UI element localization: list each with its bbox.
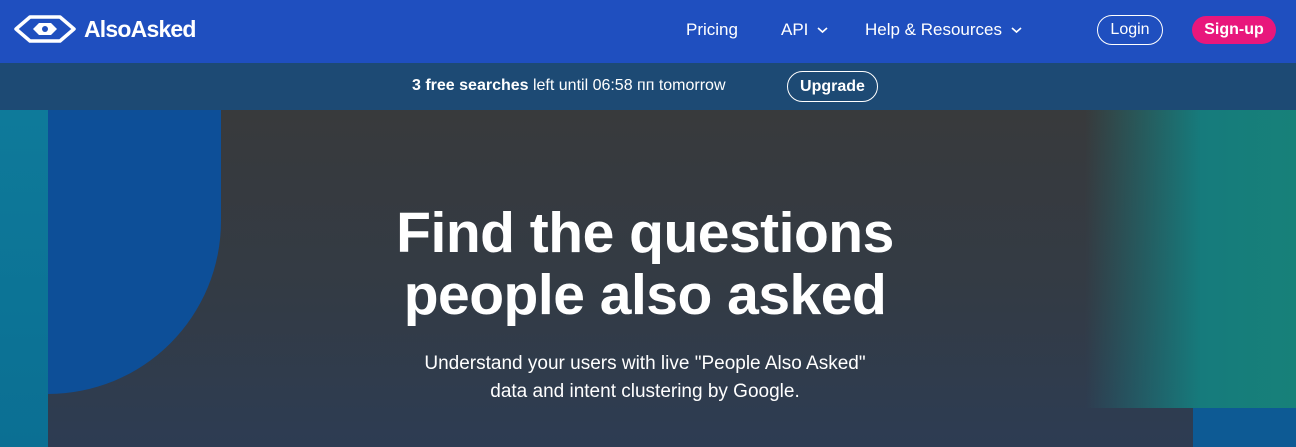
- hero-decoration-left-strip: [0, 110, 48, 447]
- signup-button[interactable]: Sign-up: [1192, 16, 1276, 44]
- hero-decoration-left-shape: [48, 110, 221, 394]
- nav-pricing-label: Pricing: [686, 20, 738, 39]
- free-searches-banner: 3 free searches left until 06:58 пп tomo…: [0, 63, 1296, 110]
- brand-logo-link[interactable]: AlsoAsked: [14, 14, 196, 44]
- nav-help-resources-dropdown[interactable]: Help & Resources: [865, 20, 1022, 40]
- nav-pricing[interactable]: Pricing: [686, 20, 738, 40]
- chevron-down-icon: [1011, 27, 1022, 34]
- hero-subtitle-line-2: data and intent clustering by Google.: [490, 381, 800, 402]
- hero-subtitle-line-1: Understand your users with live "People …: [424, 353, 866, 374]
- hero-decoration-right-glow: [1085, 110, 1296, 408]
- nav-api-dropdown[interactable]: API: [781, 20, 828, 40]
- alsoasked-logo-icon: [14, 15, 76, 43]
- hero-title-line-2: people also asked: [403, 263, 887, 327]
- login-button[interactable]: Login: [1097, 15, 1163, 45]
- hero-title-line-1: Find the questions: [396, 201, 894, 265]
- free-searches-reset-time: left until 06:58 пп tomorrow: [528, 77, 726, 94]
- chevron-down-icon: [817, 27, 828, 34]
- hero-title: Find the questions people also asked: [330, 202, 960, 326]
- free-searches-count: 3 free searches: [412, 77, 529, 94]
- hero-decoration-right-block: [1193, 408, 1296, 447]
- nav-api-label: API: [781, 20, 809, 39]
- top-navbar: AlsoAsked Pricing API Help & Resources L…: [0, 0, 1296, 63]
- nav-help-resources-label: Help & Resources: [865, 20, 1003, 39]
- brand-name: AlsoAsked: [84, 15, 196, 42]
- hero-section: Find the questions people also asked Und…: [0, 110, 1296, 447]
- hero-subtitle: Understand your users with live "People …: [380, 350, 910, 406]
- upgrade-button[interactable]: Upgrade: [787, 71, 878, 102]
- free-searches-message: 3 free searches left until 06:58 пп tomo…: [412, 77, 726, 95]
